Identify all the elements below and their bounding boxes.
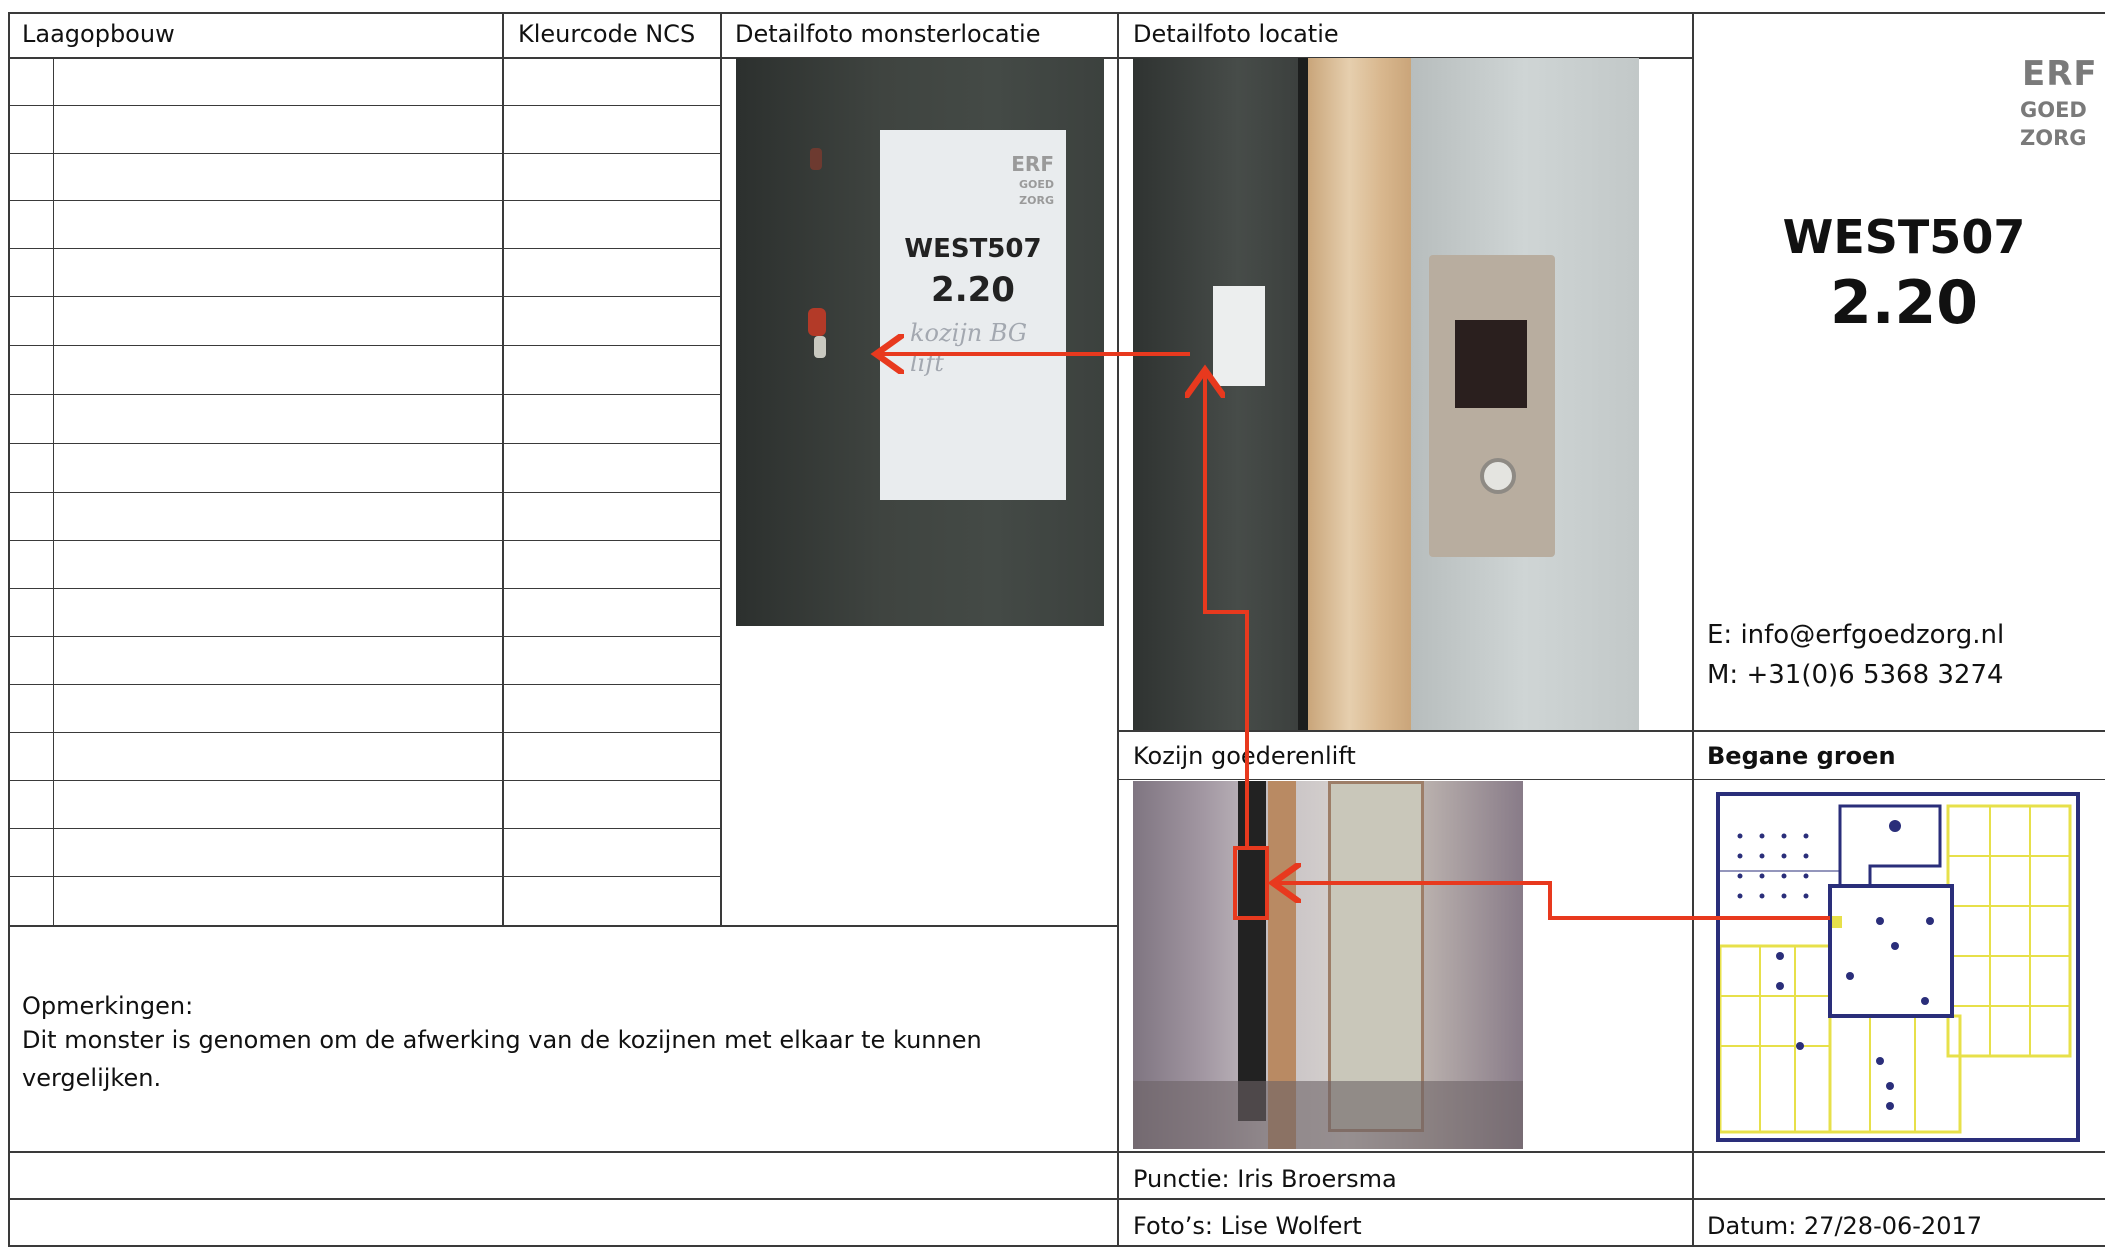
- label-logo-erf: ERF: [1011, 152, 1054, 176]
- detail-photo-sample-location: ERF GOED ZORG WEST507 2.20 kozijn BG lif…: [736, 58, 1104, 626]
- label-handwriting: kozijn BG lift: [910, 319, 1028, 377]
- location-label-card: [1213, 286, 1265, 386]
- label-logo-goed: GOED: [1018, 178, 1054, 191]
- label-code: WEST507: [904, 234, 1042, 264]
- logo-line-goed: GOED: [2020, 98, 2087, 122]
- footer-fotos: Foto’s: Lise Wolfert: [1133, 1212, 1362, 1240]
- footer-punctie: Punctie: Iris Broersma: [1133, 1165, 1397, 1193]
- detail-photo-location: [1133, 58, 1639, 730]
- sample-code: WEST507: [1782, 210, 2026, 264]
- header-detailfoto-locatie: Detailfoto locatie: [1133, 20, 1339, 48]
- remarks-title: Opmerkingen:: [22, 992, 194, 1020]
- header-laagopbouw: Laagopbouw: [22, 20, 175, 48]
- contact-mobile: M: +31(0)6 5368 3274: [1707, 660, 2004, 690]
- floor-plan-drawing: [1720, 796, 2076, 1138]
- floor-plan-ground-floor: [1716, 792, 2080, 1142]
- section-begane-groen: Begane groen: [1707, 742, 1896, 770]
- remarks-line-1: Dit monster is genomen om de afwerking v…: [22, 1026, 982, 1054]
- footer-datum: Datum: 27/28-06-2017: [1707, 1212, 1983, 1240]
- logo-line-zorg: ZORG: [2020, 126, 2087, 150]
- label-logo-zorg: ZORG: [1019, 194, 1054, 207]
- label-number: 2.20: [931, 270, 1015, 310]
- header-kleurcode: Kleurcode NCS: [518, 20, 696, 48]
- sample-number: 2.20: [1829, 268, 1979, 338]
- photo-freight-elevator-frame: [1133, 781, 1523, 1149]
- remarks-line-2: vergelijken.: [22, 1064, 162, 1092]
- contact-email: E: info@erfgoedzorg.nl: [1707, 620, 2005, 650]
- logo-line-erf: ERF: [2022, 54, 2098, 94]
- section-kozijn-goederenlift: Kozijn goederenlift: [1133, 742, 1356, 770]
- sample-label-card: ERF GOED ZORG WEST507 2.20 kozijn BG lif…: [880, 130, 1066, 500]
- header-detailfoto-monsterlocatie: Detailfoto monsterlocatie: [735, 20, 1041, 48]
